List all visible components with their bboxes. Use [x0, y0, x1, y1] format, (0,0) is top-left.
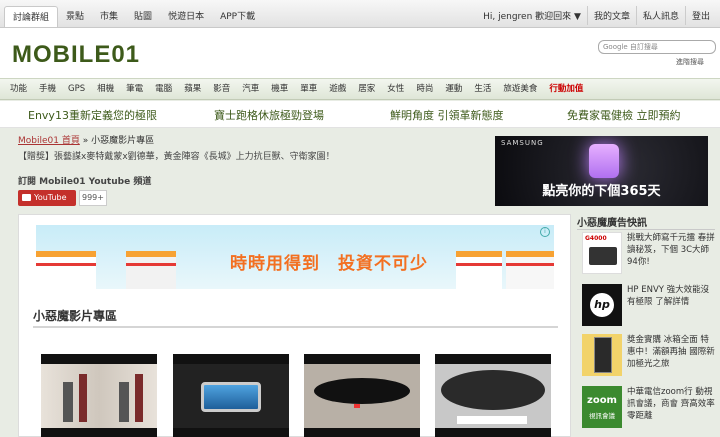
- sidebar-ad-text: HP ENVY 強大效能沒有極限 了解詳情: [627, 285, 710, 307]
- section-title: 小惡魔影片專區: [33, 309, 118, 323]
- promo-link-4[interactable]: 免費家電健檢 立即預約: [567, 107, 681, 123]
- zoom-logo-icon: zoom 視訊會議: [582, 386, 622, 428]
- convenience-store-banner-ad[interactable]: 時時用得到 投資不可少 i: [36, 225, 554, 289]
- breadcrumb-current: 小惡魔影片專區: [91, 136, 155, 146]
- promo-bar: Envy13重新定義您的極限 寶士跑格休旅極勁登場 鮮明角度 引領革新態度 免費…: [0, 101, 720, 128]
- hp-logo-icon: hp: [582, 284, 622, 326]
- nav-item[interactable]: 遊戲: [323, 79, 352, 100]
- headline-link[interactable]: 【贈獎】張藝謀x麥特戴蒙x劉德華，黃金陣容《長城》上力抗巨獸、守衛家園！: [18, 149, 335, 162]
- sidebar-divider: [577, 229, 715, 230]
- samsung-ad[interactable]: SAMSUNG 點亮你的下個365天: [495, 136, 708, 206]
- sidebar-ad-text: 挑戰大師寫千元擂 春拼讀秘笈，下個 3C大師94你!: [627, 233, 715, 267]
- samsung-slogan: 點亮你的下個365天: [542, 184, 661, 199]
- nav-item[interactable]: 女性: [381, 79, 410, 100]
- nav-item[interactable]: GPS: [62, 79, 91, 100]
- nav-item[interactable]: 功能: [4, 79, 33, 100]
- sidebar-ad-3[interactable]: 獎金實購 冰箱全面 特惠中！滿額再抽 國際新加極光之旅: [582, 334, 716, 378]
- promo-link-1[interactable]: Envy13重新定義您的極限: [28, 107, 157, 123]
- youtube-subscriber-count: 999+: [79, 190, 107, 206]
- private-messages-link[interactable]: 私人訊息: [635, 6, 685, 25]
- tab-forum[interactable]: 討論群組: [4, 6, 59, 27]
- nav-item[interactable]: 汽車: [236, 79, 265, 100]
- breadcrumb-separator: »: [82, 136, 89, 146]
- video-thumbnail[interactable]: [41, 354, 157, 437]
- top-bar: 討論群組 景點 市集 貼圖 悦遊日本 APP下載 Hi, jengren 歡迎回…: [0, 0, 720, 28]
- breadcrumb-home[interactable]: Mobile01 首頁: [18, 136, 80, 146]
- sidebar-title: 小惡魔廣告快訊: [577, 218, 647, 229]
- sidebar-ad-text: 獎金實購 冰箱全面 特惠中！滿額再抽 國際新加極光之旅: [627, 335, 715, 369]
- logo-text: MOBILE01: [12, 41, 140, 68]
- nav-item[interactable]: 居家: [352, 79, 381, 100]
- sidebar-ad-4[interactable]: zoom 視訊會議 中華電信zoom行 動視訊會議，商會 齊高效率零距離: [582, 386, 716, 430]
- store-illustration-right: [456, 251, 502, 289]
- youtube-subscribe-button[interactable]: YouTube: [18, 190, 76, 206]
- nav-item[interactable]: 機車: [265, 79, 294, 100]
- lamp-image: [589, 144, 619, 178]
- tab-japan[interactable]: 悦遊日本: [160, 6, 212, 27]
- advanced-search-link[interactable]: 進階搜尋: [676, 57, 704, 67]
- promo-link-2[interactable]: 寶士跑格休旅極勁登場: [214, 107, 324, 123]
- nav-item[interactable]: 旅遊美食: [497, 79, 543, 100]
- sidebar-ad-text: 中華電信zoom行 動視訊會議，商會 齊高效率零距離: [627, 387, 715, 421]
- nav-list: 功能 手機 GPS 相機 筆電 電腦 蘋果 影音 汽車 機車 單車 遊戲 居家 女性 時尚 運動 生活 旅遊美食行…: [0, 79, 720, 100]
- tab-pictures[interactable]: 貼圖: [126, 6, 160, 27]
- user-greeting[interactable]: Hi, jengren 歡迎回來 ▼: [477, 6, 587, 25]
- breadcrumb: Mobile01 首頁 » 小惡魔影片專區: [18, 133, 154, 146]
- nav-item[interactable]: 時尚: [410, 79, 439, 100]
- video-thumbnail[interactable]: [304, 354, 420, 437]
- nav-item[interactable]: 電腦: [149, 79, 178, 100]
- site-header: MOBILE01 Google 自訂搜尋 進階搜尋: [0, 28, 720, 78]
- ad-info-icon[interactable]: i: [540, 227, 550, 237]
- building-illustration-right: [506, 251, 554, 289]
- tab-app-download[interactable]: APP下載: [212, 6, 263, 27]
- nav-item-highlight[interactable]: 行動加值: [543, 79, 589, 100]
- video-thumbnail[interactable]: [435, 354, 551, 437]
- nav-item[interactable]: 手機: [33, 79, 62, 100]
- top-tabs: 討論群組 景點 市集 貼圖 悦遊日本 APP下載: [4, 6, 263, 27]
- my-articles-link[interactable]: 我的文章: [586, 6, 636, 25]
- sidebar-ad-2[interactable]: hp HP ENVY 強大效能沒有極限 了解詳情: [582, 284, 716, 328]
- nav-item[interactable]: 影音: [207, 79, 236, 100]
- refrigerator-icon: [582, 334, 622, 376]
- section-divider: [33, 326, 558, 328]
- sidebar-ad-1[interactable]: G4000 挑戰大師寫千元擂 春拼讀秘笈，下個 3C大師94你!: [582, 232, 716, 276]
- youtube-icon: [22, 194, 31, 201]
- store-illustration-left: [36, 251, 96, 289]
- tab-spots[interactable]: 景點: [58, 6, 92, 27]
- user-links: Hi, jengren 歡迎回來 ▼ 我的文章 私人訊息 登出: [477, 6, 716, 25]
- youtube-label: YouTube: [34, 193, 67, 202]
- nav-item[interactable]: 單車: [294, 79, 323, 100]
- building-illustration: [126, 251, 176, 289]
- nav-item[interactable]: 生活: [468, 79, 497, 100]
- nav-item[interactable]: 運動: [439, 79, 468, 100]
- nav-item[interactable]: 相機: [91, 79, 120, 100]
- tab-market[interactable]: 市集: [92, 6, 126, 27]
- video-thumbnail[interactable]: [173, 354, 289, 437]
- nav-item[interactable]: 筆電: [120, 79, 149, 100]
- search-input[interactable]: Google 自訂搜尋: [598, 40, 716, 54]
- subscribe-heading: 訂閱 Mobile01 Youtube 頻道: [18, 177, 152, 187]
- nav-item[interactable]: 蘋果: [178, 79, 207, 100]
- mobile01-logo[interactable]: MOBILE01: [10, 38, 170, 68]
- logout-link[interactable]: 登出: [684, 6, 716, 25]
- promo-link-3[interactable]: 鮮明角度 引領革新態度: [390, 107, 504, 123]
- printer-icon: G4000: [582, 232, 622, 274]
- category-nav: 功能 手機 GPS 相機 筆電 電腦 蘋果 影音 汽車 機車 單車 遊戲 居家 女性 時尚 運動 生活 旅遊美食行…: [0, 78, 720, 100]
- banner-slogan: 時時用得到 投資不可少: [230, 254, 428, 274]
- samsung-brand: SAMSUNG: [501, 139, 544, 147]
